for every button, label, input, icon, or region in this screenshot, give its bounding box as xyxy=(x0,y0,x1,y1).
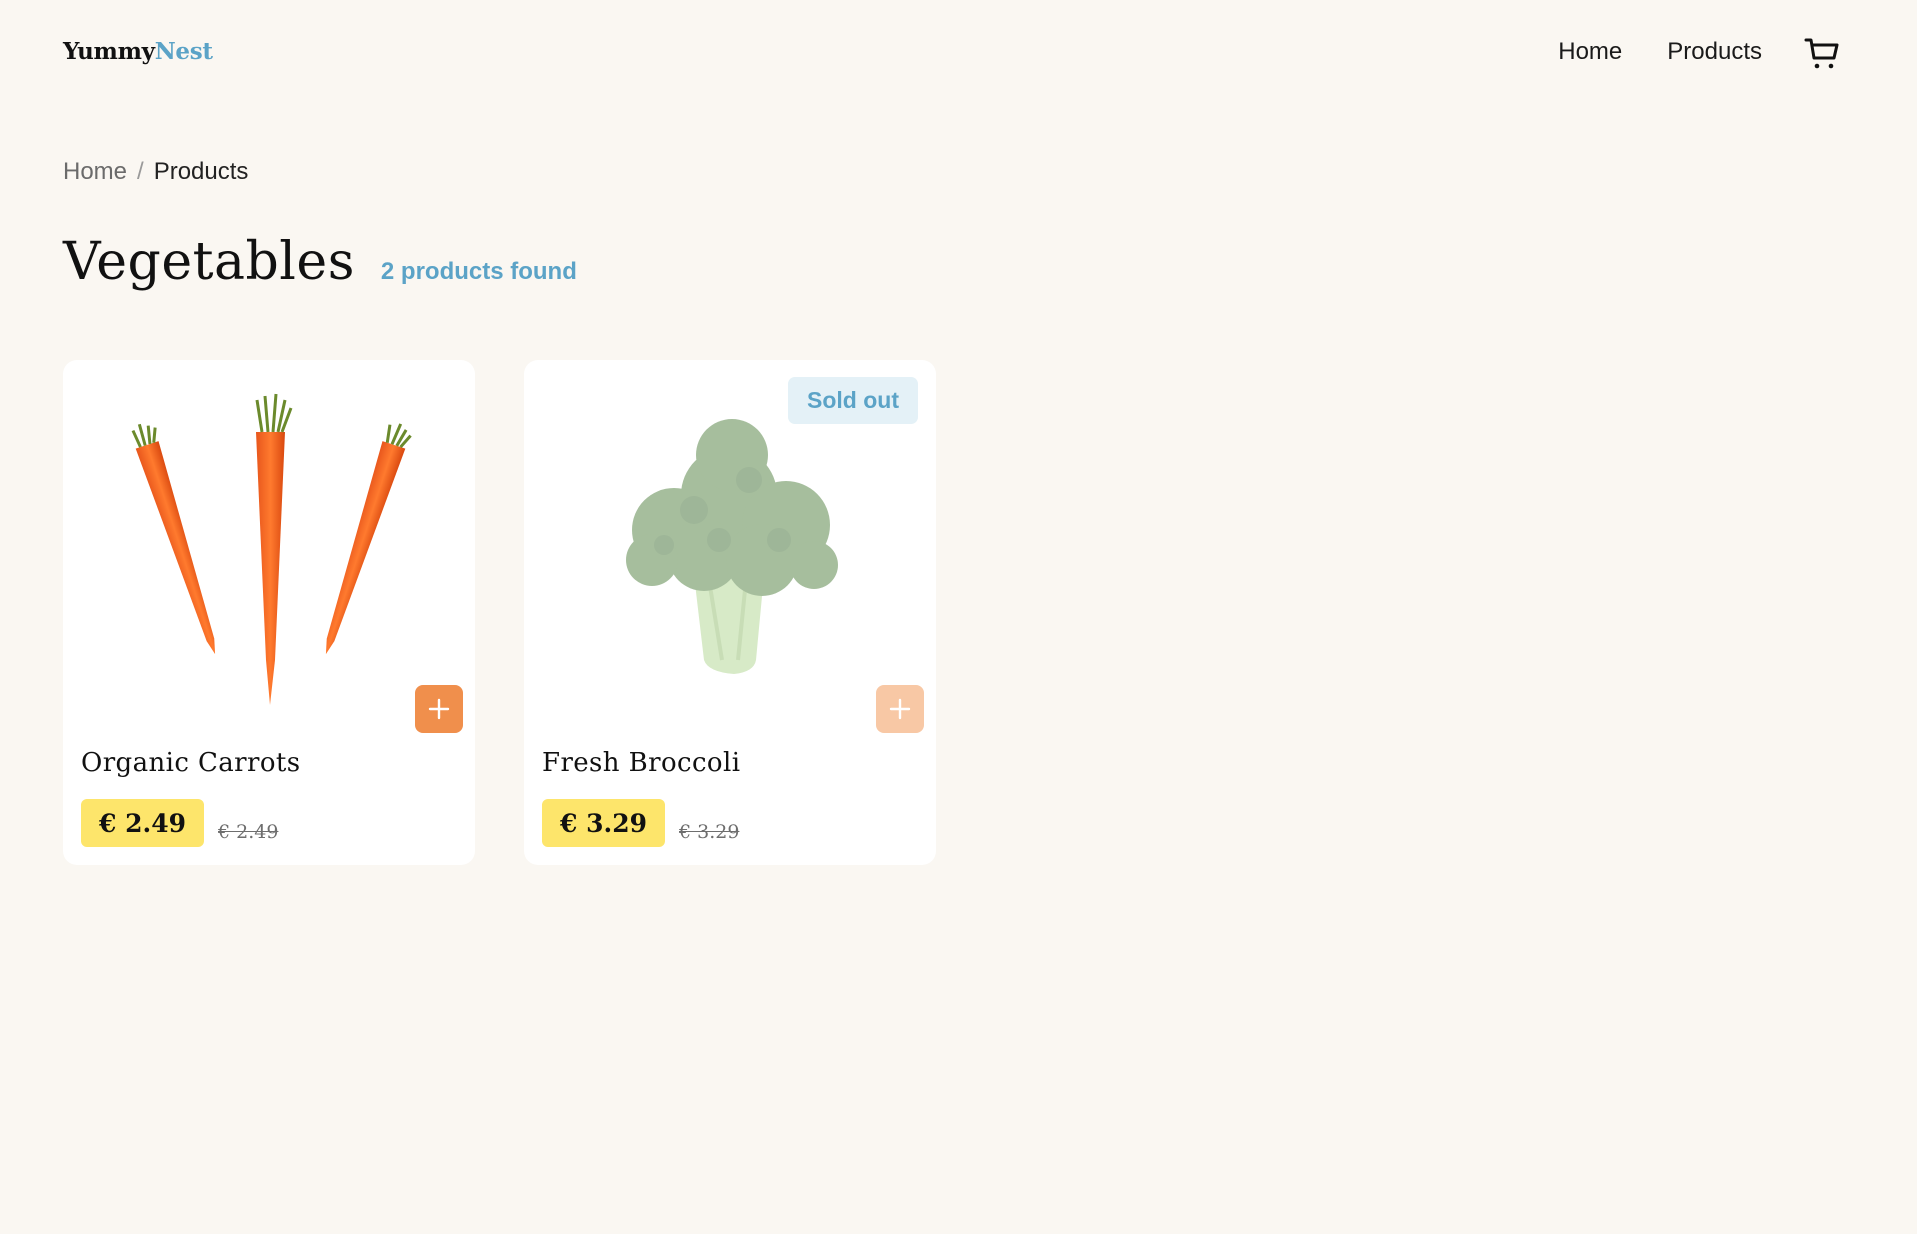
product-old-price: € 2.49 xyxy=(218,821,279,843)
breadcrumb-current: Products xyxy=(153,158,249,185)
product-count: 2 products found xyxy=(380,258,577,285)
add-to-cart-button-disabled xyxy=(876,685,924,733)
cart-button[interactable] xyxy=(1803,34,1843,74)
logo-text-yummy: Yummy xyxy=(63,38,155,65)
main-nav: Home Products xyxy=(1513,38,1762,66)
carrots-image xyxy=(131,393,412,705)
breadcrumb-home-link[interactable]: Home xyxy=(63,158,127,186)
logo-text-nest: Nest xyxy=(154,38,213,65)
product-old-price: € 3.29 xyxy=(679,821,740,843)
plus-icon xyxy=(889,698,911,720)
breadcrumb-separator: / xyxy=(137,158,144,185)
product-price: € 3.29 xyxy=(542,799,665,847)
title-row: Vegetables 2 products found xyxy=(63,232,577,292)
price-row: € 2.49 € 2.49 xyxy=(81,799,278,847)
plus-icon xyxy=(428,698,450,720)
product-price: € 2.49 xyxy=(81,799,204,847)
price-row: € 3.29 € 3.29 xyxy=(542,799,739,847)
sold-out-badge: Sold out xyxy=(788,377,918,424)
add-to-cart-button[interactable] xyxy=(415,685,463,733)
product-card[interactable]: Organic Carrots € 2.49 € 2.49 xyxy=(63,360,475,865)
nav-products-link[interactable]: Products xyxy=(1667,38,1762,66)
shopping-cart-icon xyxy=(1804,38,1839,69)
product-card[interactable]: Sold out Fresh Broccoli € 3.29 € 3.29 xyxy=(524,360,936,865)
site-header: YummyNest Home Products xyxy=(0,0,1917,108)
logo[interactable]: YummyNest xyxy=(63,38,213,65)
page-title: Vegetables xyxy=(63,232,355,292)
product-name[interactable]: Organic Carrots xyxy=(81,748,300,778)
product-name[interactable]: Fresh Broccoli xyxy=(542,748,740,778)
nav-home-link[interactable]: Home xyxy=(1558,38,1622,66)
breadcrumb: Home / Products xyxy=(63,158,248,186)
